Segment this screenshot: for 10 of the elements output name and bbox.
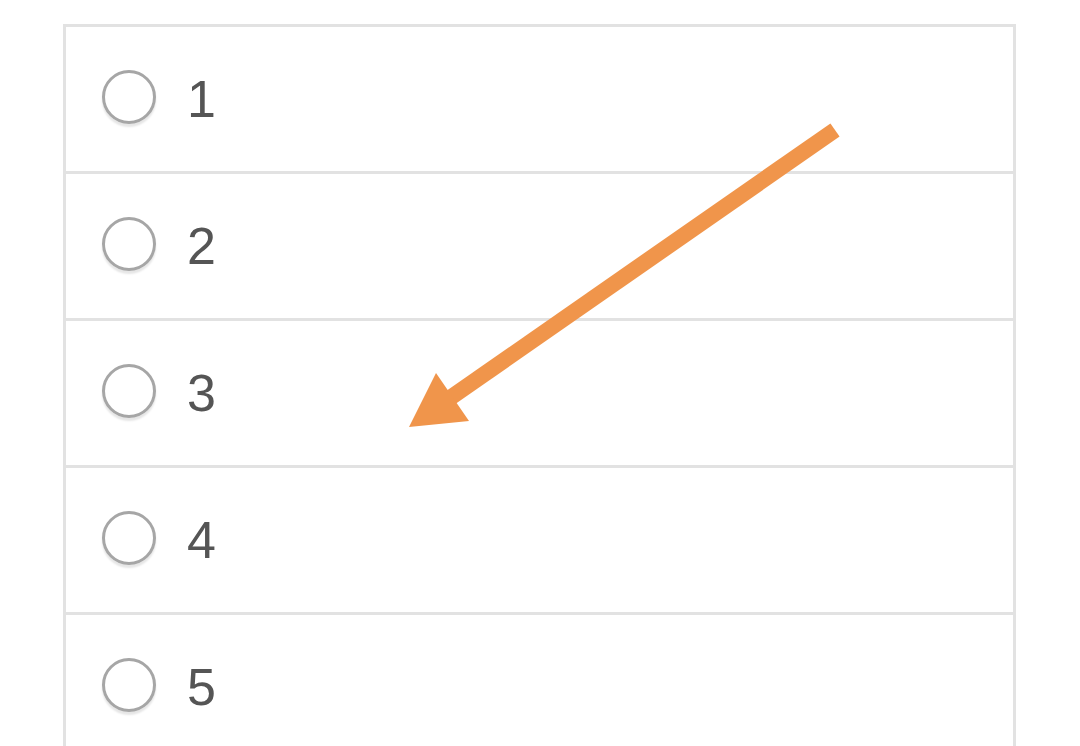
option-label: 1 [187,73,216,125]
option-label: 2 [187,220,216,272]
option-label: 3 [187,367,216,419]
radio-button[interactable] [102,511,156,565]
option-label: 4 [187,514,216,566]
radio-button[interactable] [102,217,156,271]
option-label: 5 [187,661,216,713]
radio-button[interactable] [102,658,156,712]
radio-button[interactable] [102,364,156,418]
radio-button[interactable] [102,70,156,124]
